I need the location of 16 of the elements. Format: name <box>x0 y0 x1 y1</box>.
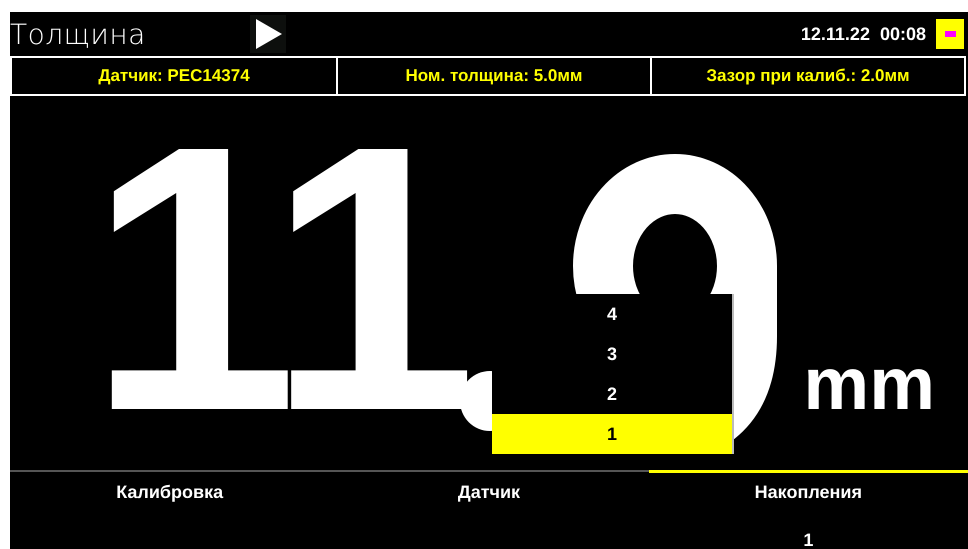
tab[interactable]: Калибровка <box>10 470 330 511</box>
info-cell: Ном. толщина: 5.0мм <box>336 58 650 94</box>
unit-label: mm <box>803 341 935 426</box>
menu-item[interactable]: 2 <box>492 374 732 414</box>
tab-value: 1 <box>803 531 814 549</box>
info-cell-text: Датчик: PEC14374 <box>97 65 251 88</box>
play-icon[interactable] <box>250 15 286 54</box>
date-time: 12.11.22 00:08 <box>800 24 926 45</box>
tab[interactable]: Накопления <box>648 470 968 511</box>
menu-item[interactable]: 4 <box>492 294 732 334</box>
menu-item[interactable]: 1 <box>492 414 732 454</box>
tab[interactable]: Датчик <box>329 470 649 511</box>
screen-title: Толщина <box>10 18 147 51</box>
status-indicator-icon <box>936 19 964 50</box>
info-cell: Зазор при калиб.: 2.0мм <box>650 58 964 94</box>
menu-item[interactable]: 3 <box>492 334 732 374</box>
